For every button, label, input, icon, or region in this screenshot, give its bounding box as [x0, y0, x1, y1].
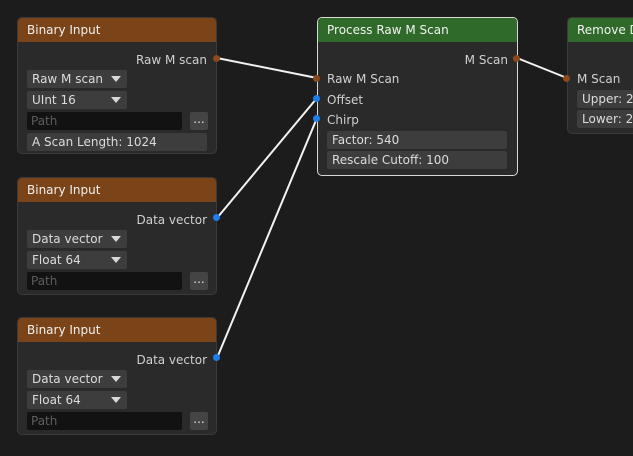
type-select[interactable]: Raw M scan	[27, 70, 127, 88]
input-pin-chirp[interactable]	[313, 115, 320, 122]
input-pin-offset[interactable]	[313, 95, 320, 102]
dtype-select-value: Float 64	[32, 253, 81, 267]
dtype-select[interactable]: Float 64	[27, 391, 127, 409]
dtype-select-value: Float 64	[32, 393, 81, 407]
browse-button[interactable]: ...	[190, 112, 208, 130]
upper-field[interactable]: Upper: 22	[577, 90, 633, 108]
type-select[interactable]: Data vector	[27, 230, 127, 248]
path-field[interactable]	[27, 112, 182, 130]
output-pin-raw-m-scan[interactable]	[213, 55, 220, 62]
output-label: Data vector	[136, 213, 207, 227]
chevron-down-icon	[111, 397, 121, 403]
path-field[interactable]	[27, 412, 182, 430]
link-process-to-remove[interactable]	[516, 57, 568, 79]
remove-node[interactable]: Remove D M Scan Upper: 22 Lower: 21	[567, 17, 633, 134]
node-title[interactable]: Binary Input	[18, 178, 216, 202]
process-raw-m-scan-node[interactable]: Process Raw M Scan M Scan Raw M Scan Off…	[317, 17, 518, 176]
node-title[interactable]: Binary Input	[18, 318, 216, 342]
binary-input-node-1[interactable]: Binary Input Raw M scan Raw M scan UInt …	[17, 17, 217, 154]
link-datavector-to-offset[interactable]	[216, 97, 318, 219]
path-input[interactable]	[31, 412, 182, 430]
output-label: M Scan	[464, 53, 508, 67]
type-select[interactable]: Data vector	[27, 370, 127, 388]
chevron-down-icon	[111, 376, 121, 382]
dtype-select[interactable]: UInt 16	[27, 91, 127, 109]
output-pin-m-scan[interactable]	[513, 55, 520, 62]
rescale-cutoff-field[interactable]: Rescale Cutoff: 100	[327, 151, 507, 169]
input-label-m-scan: M Scan	[577, 72, 621, 86]
output-label: Data vector	[136, 353, 207, 367]
path-field[interactable]	[27, 272, 182, 290]
link-rawmscan-to-process[interactable]	[216, 57, 318, 79]
input-label-chirp: Chirp	[327, 113, 359, 127]
output-pin-data-vector[interactable]	[213, 214, 220, 221]
link-datavector-to-chirp[interactable]	[216, 117, 318, 359]
browse-button[interactable]: ...	[190, 272, 208, 290]
output-pin-data-vector[interactable]	[213, 354, 220, 361]
dtype-select-value: UInt 16	[32, 93, 76, 107]
path-input[interactable]	[31, 112, 182, 130]
lower-field[interactable]: Lower: 21	[577, 110, 633, 128]
factor-field[interactable]: Factor: 540	[327, 131, 507, 149]
type-select-value: Data vector	[32, 372, 103, 386]
input-pin-m-scan[interactable]	[563, 75, 570, 82]
chevron-down-icon	[111, 97, 121, 103]
browse-button[interactable]: ...	[190, 412, 208, 430]
type-select-value: Raw M scan	[32, 72, 104, 86]
chevron-down-icon	[111, 257, 121, 263]
type-select-value: Data vector	[32, 232, 103, 246]
chevron-down-icon	[111, 76, 121, 82]
path-input[interactable]	[31, 272, 182, 290]
input-label-raw-m-scan: Raw M Scan	[327, 72, 400, 86]
node-title[interactable]: Remove D	[568, 18, 633, 42]
scan-length-field[interactable]: A Scan Length: 1024	[27, 133, 207, 151]
input-label-offset: Offset	[327, 93, 364, 107]
chevron-down-icon	[111, 236, 121, 242]
node-title[interactable]: Binary Input	[18, 18, 216, 42]
node-title[interactable]: Process Raw M Scan	[318, 18, 517, 42]
binary-input-node-3[interactable]: Binary Input Data vector Data vector Flo…	[17, 317, 217, 435]
output-label: Raw M scan	[135, 53, 207, 67]
input-pin-raw-m-scan[interactable]	[313, 75, 320, 82]
binary-input-node-2[interactable]: Binary Input Data vector Data vector Flo…	[17, 177, 217, 295]
dtype-select[interactable]: Float 64	[27, 251, 127, 269]
